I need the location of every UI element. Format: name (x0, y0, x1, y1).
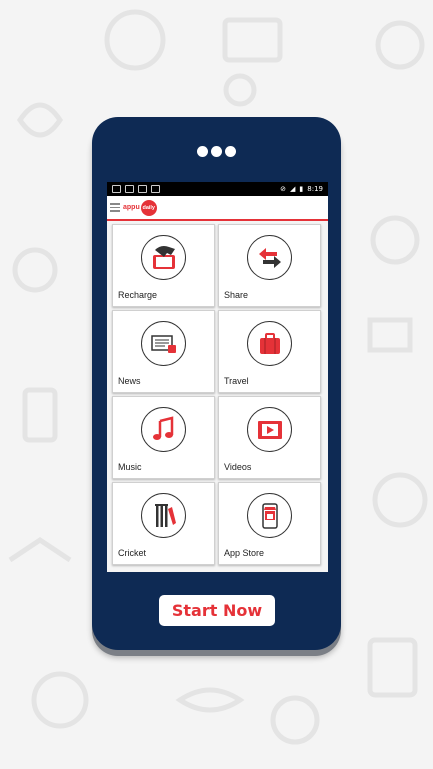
tile-cricket[interactable]: Cricket (112, 482, 215, 565)
tile-recharge[interactable]: Recharge (112, 224, 215, 307)
music-icon (141, 407, 186, 452)
tile-share[interactable]: Share (218, 224, 321, 307)
app-store-icon (247, 493, 292, 538)
app-bar: appu daily (107, 196, 328, 221)
tile-videos[interactable]: Videos (218, 396, 321, 479)
bag-icon (151, 185, 160, 193)
tile-label: News (118, 376, 141, 386)
image-icon (138, 185, 147, 193)
tile-label: App Store (224, 548, 265, 558)
tile-news[interactable]: News (112, 310, 215, 393)
travel-icon (247, 321, 292, 366)
notification-icon (112, 185, 121, 193)
cricket-icon (141, 493, 186, 538)
tile-music[interactable]: Music (112, 396, 215, 479)
recharge-icon (141, 235, 186, 280)
tile-label: Music (118, 462, 142, 472)
mute-icon: ⊘ (280, 185, 287, 193)
tile-label: Share (224, 290, 249, 300)
menu-icon[interactable] (110, 203, 120, 212)
app-logo: appu daily (123, 199, 157, 216)
speaker-dots (92, 144, 341, 162)
status-time: 8:19 (307, 185, 323, 193)
news-icon (141, 321, 186, 366)
tile-app-store[interactable]: App Store (218, 482, 321, 565)
share-icon (247, 235, 292, 280)
phone-screen: ⊘ ◢ ▮ 8:19 appu daily Recharge Share New… (107, 182, 328, 572)
tile-label: Travel (224, 376, 249, 386)
tile-travel[interactable]: Travel (218, 310, 321, 393)
battery-icon: ▮ (299, 185, 304, 193)
videos-icon (247, 407, 292, 452)
start-now-button[interactable]: Start Now (159, 595, 275, 626)
tile-label: Recharge (118, 290, 158, 300)
tile-label: Cricket (118, 548, 147, 558)
message-icon (125, 185, 134, 193)
phone-mockup: ⊘ ◢ ▮ 8:19 appu daily Recharge Share New… (92, 117, 341, 650)
feature-grid: Recharge Share News Travel Music Videos … (107, 221, 328, 568)
signal-icon: ◢ (290, 185, 296, 193)
status-bar: ⊘ ◢ ▮ 8:19 (107, 182, 328, 196)
tile-label: Videos (224, 462, 252, 472)
